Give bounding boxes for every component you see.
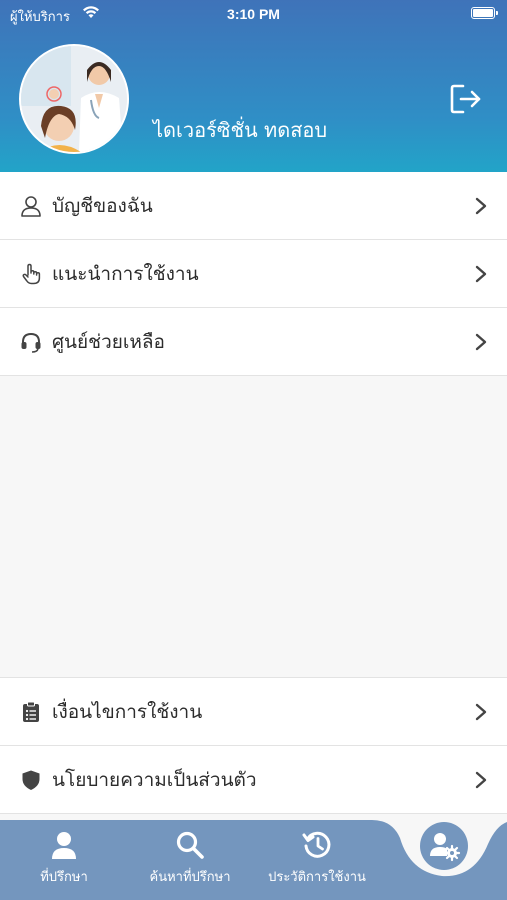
tab-search-consultants[interactable]: ค้นหาที่ปรึกษา (134, 820, 246, 900)
shield-icon (22, 770, 40, 790)
menu-item-privacy-policy[interactable]: นโยบายความเป็นส่วนตัว (0, 746, 507, 814)
person-icon (21, 196, 41, 217)
history-icon (302, 831, 331, 858)
clipboard-icon (23, 701, 39, 722)
battery-icon (471, 7, 498, 19)
person-icon (52, 832, 76, 859)
logout-icon[interactable] (449, 83, 483, 115)
chevron-right-icon (475, 771, 487, 789)
tab-label: ค้นหาที่ปรึกษา (149, 870, 231, 885)
menu-item-help-center[interactable]: ศูนย์ช่วยเหลือ (0, 308, 507, 376)
search-icon (176, 831, 204, 859)
menu-item-user-guide[interactable]: แนะนำการใช้งาน (0, 240, 507, 308)
tab-label: ประวัติการใช้งาน (268, 870, 366, 885)
menu-item-label: นโยบายความเป็นส่วนตัว (52, 768, 257, 791)
tab-consultants[interactable]: ที่ปรึกษา (14, 820, 114, 900)
menu-item-terms-of-use[interactable]: เงื่อนไขการใช้งาน (0, 678, 507, 746)
status-time: 3:10 PM (227, 6, 280, 22)
avatar[interactable] (19, 44, 129, 154)
menu-item-label: บัญชีของฉัน (52, 194, 153, 217)
menu-item-label: แนะนำการใช้งาน (52, 262, 199, 285)
user-settings-icon (430, 833, 461, 862)
status-bar: ผู้ให้บริการ 3:10 PM (0, 0, 507, 30)
tab-user-settings[interactable] (420, 822, 468, 870)
chevron-right-icon (475, 265, 487, 283)
menu-item-my-account[interactable]: บัญชีของฉัน (0, 172, 507, 240)
profile-header: ผู้ให้บริการ 3:10 PM ไดเวอร์ซิชั่น ทดสอบ (0, 0, 507, 172)
tab-label: ที่ปรึกษา (40, 870, 88, 885)
headset-icon (21, 332, 41, 353)
user-name: ไดเวอร์ซิชั่น ทดสอบ (153, 118, 328, 142)
menu-item-label: ศูนย์ช่วยเหลือ (52, 330, 165, 353)
menu-item-label: เงื่อนไขการใช้งาน (52, 700, 203, 723)
chevron-right-icon (475, 333, 487, 351)
doctor-photo-avatar (21, 46, 127, 152)
pointing-hand-icon (22, 263, 41, 285)
tab-usage-history[interactable]: ประวัติการใช้งาน (258, 820, 376, 900)
chevron-right-icon (475, 197, 487, 215)
settings-menu: บัญชีของฉัน แนะนำการใช้งาน ศูนย์ช่วยเหลื… (0, 172, 507, 376)
legal-menu: เงื่อนไขการใช้งาน นโยบายความเป็นส่วนตัว (0, 677, 507, 814)
chevron-right-icon (475, 703, 487, 721)
